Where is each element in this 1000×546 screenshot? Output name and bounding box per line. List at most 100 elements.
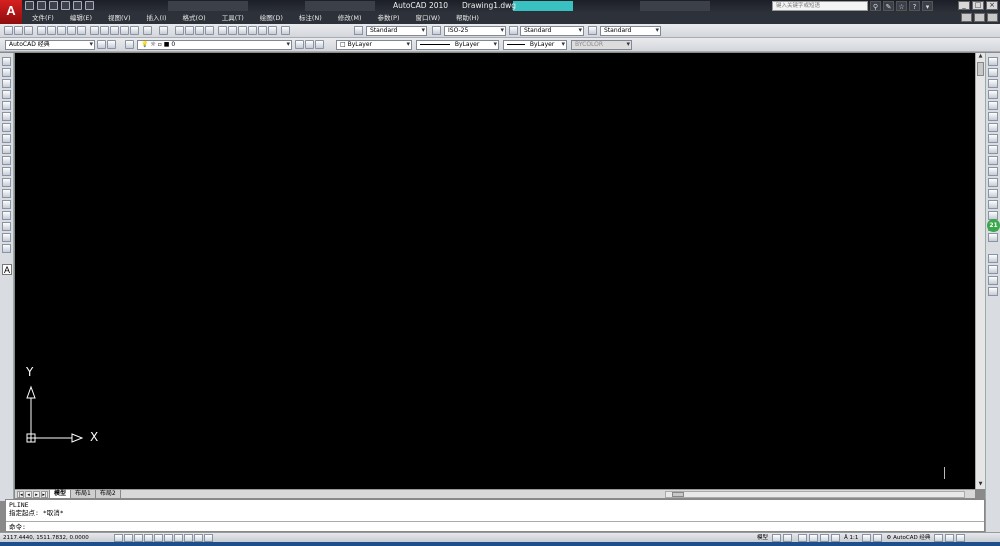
object-snap-tracking-icon[interactable] bbox=[164, 534, 173, 542]
make-block-icon[interactable] bbox=[2, 189, 11, 198]
object-snap-icon[interactable] bbox=[154, 534, 163, 542]
menu-item[interactable]: 帮助(H) bbox=[452, 13, 483, 23]
layer-previous-icon[interactable] bbox=[305, 40, 314, 49]
dynamic-ucs-icon[interactable] bbox=[174, 534, 183, 542]
redo-icon[interactable] bbox=[73, 1, 82, 10]
insert-block-icon[interactable] bbox=[2, 178, 11, 187]
doc-restore-icon[interactable] bbox=[974, 13, 985, 22]
open-icon[interactable] bbox=[37, 1, 46, 10]
vertical-scrollbar[interactable]: ▲ ▼ bbox=[975, 53, 985, 489]
table-icon[interactable] bbox=[2, 244, 11, 253]
quick-view-icon[interactable] bbox=[783, 534, 793, 542]
ellipse-arc-icon[interactable] bbox=[2, 167, 11, 176]
publish-icon[interactable] bbox=[57, 26, 66, 35]
3d-dwf-icon[interactable] bbox=[67, 26, 76, 35]
offset-icon[interactable] bbox=[988, 90, 998, 99]
make-current-icon[interactable] bbox=[295, 40, 304, 49]
menu-item[interactable]: 编辑(E) bbox=[66, 13, 96, 23]
help-icon[interactable] bbox=[281, 26, 290, 35]
zoom-window-icon[interactable] bbox=[195, 26, 204, 35]
scroll-up-icon[interactable]: ▲ bbox=[977, 53, 984, 60]
lineweight-display-icon[interactable] bbox=[194, 534, 203, 542]
text-to-front-icon[interactable] bbox=[988, 287, 998, 296]
polygon-icon[interactable] bbox=[2, 90, 11, 99]
h-scroll-thumb[interactable] bbox=[672, 492, 684, 497]
layout-tab[interactable]: 布局1 bbox=[70, 490, 96, 499]
new-icon[interactable] bbox=[25, 1, 34, 10]
zoom-realtime-icon[interactable] bbox=[185, 26, 194, 35]
autocad-logo-icon[interactable]: A bbox=[0, 0, 22, 24]
cut-icon[interactable] bbox=[90, 26, 99, 35]
menu-item[interactable]: 窗口(W) bbox=[411, 13, 444, 23]
auto-scale-icon[interactable] bbox=[873, 534, 883, 542]
region-icon[interactable] bbox=[2, 233, 11, 242]
drawing-area[interactable]: Y X bbox=[15, 53, 975, 489]
layout-view-icon[interactable] bbox=[772, 534, 782, 542]
menu-item[interactable]: 参数(P) bbox=[373, 13, 403, 23]
scale-icon[interactable] bbox=[988, 134, 998, 143]
horizontal-scrollbar[interactable] bbox=[665, 491, 965, 498]
plot-icon[interactable] bbox=[85, 1, 94, 10]
print-icon[interactable] bbox=[37, 26, 46, 35]
scroll-thumb[interactable] bbox=[977, 62, 984, 76]
send-to-back-icon[interactable] bbox=[988, 276, 998, 285]
workspace-select[interactable]: AutoCAD 经典 bbox=[5, 40, 95, 50]
zoom-previous-icon[interactable] bbox=[205, 26, 214, 35]
workspace-switch[interactable]: ⚙ AutoCAD 经典 bbox=[884, 534, 932, 542]
layer-select[interactable]: 💡 ☼ ▫ ■ 0 bbox=[137, 40, 292, 50]
pan-status-icon[interactable] bbox=[798, 534, 808, 542]
menu-item[interactable]: 视图(V) bbox=[104, 13, 135, 23]
layout-tab[interactable]: 布局2 bbox=[94, 490, 121, 499]
last-tab-icon[interactable]: ▸| bbox=[41, 491, 48, 498]
scroll-down-icon[interactable]: ▼ bbox=[977, 481, 984, 488]
prev-tab-icon[interactable]: ◂ bbox=[25, 491, 32, 498]
doc-minimize-icon[interactable] bbox=[961, 13, 972, 22]
notification-badge[interactable]: 21 bbox=[987, 219, 1000, 232]
explode-icon[interactable] bbox=[988, 233, 998, 242]
text-style-select[interactable]: Standard bbox=[366, 26, 427, 36]
binoculars-icon[interactable]: ⚲ bbox=[870, 1, 881, 11]
tool-palettes-icon[interactable] bbox=[238, 26, 247, 35]
lock-ui-icon[interactable] bbox=[934, 534, 944, 542]
open-icon[interactable] bbox=[14, 26, 23, 35]
workspace-lock-icon[interactable] bbox=[107, 40, 116, 49]
linetype-select[interactable]: ByLayer bbox=[416, 40, 499, 50]
design-center-icon[interactable] bbox=[228, 26, 237, 35]
extend-icon[interactable] bbox=[988, 167, 998, 176]
paste-icon[interactable] bbox=[110, 26, 119, 35]
bring-to-front-icon[interactable] bbox=[988, 265, 998, 274]
pan-icon[interactable] bbox=[175, 26, 184, 35]
mirror-icon[interactable] bbox=[988, 79, 998, 88]
steering-wheel-icon[interactable] bbox=[820, 534, 830, 542]
dynamic-input-icon[interactable] bbox=[184, 534, 193, 542]
menu-item[interactable]: 插入(I) bbox=[143, 13, 171, 23]
arc-icon[interactable] bbox=[2, 112, 11, 121]
preview-icon[interactable] bbox=[47, 26, 56, 35]
array-icon[interactable] bbox=[988, 101, 998, 110]
rectangle-icon[interactable] bbox=[2, 101, 11, 110]
calculator-icon[interactable] bbox=[268, 26, 277, 35]
stretch-icon[interactable] bbox=[988, 145, 998, 154]
zoom-status-icon[interactable] bbox=[809, 534, 819, 542]
redo-icon[interactable] bbox=[159, 26, 168, 35]
polar-tracking-icon[interactable] bbox=[144, 534, 153, 542]
trim-icon[interactable] bbox=[988, 156, 998, 165]
lineweight-select[interactable]: ByLayer bbox=[503, 40, 567, 50]
copy-icon[interactable] bbox=[100, 26, 109, 35]
snap-mode-icon[interactable] bbox=[114, 534, 123, 542]
polyline-icon[interactable] bbox=[2, 79, 11, 88]
doc-close-icon[interactable] bbox=[987, 13, 998, 22]
spline-icon[interactable] bbox=[2, 145, 11, 154]
menu-item[interactable]: 文件(F) bbox=[28, 13, 58, 23]
annotation-visibility-icon[interactable] bbox=[862, 534, 872, 542]
menu-item[interactable]: 修改(M) bbox=[334, 13, 366, 23]
menu-item[interactable]: 格式(O) bbox=[179, 13, 210, 23]
minimize-icon[interactable]: _ bbox=[958, 1, 970, 10]
maximize-icon[interactable]: □ bbox=[972, 1, 984, 10]
draw-order-icon[interactable] bbox=[988, 254, 998, 263]
model-space-toggle[interactable]: 模型 bbox=[755, 534, 770, 542]
undo-icon[interactable] bbox=[143, 26, 152, 35]
color-select[interactable]: □ ByLayer bbox=[336, 40, 412, 50]
help-search-input[interactable]: 键入关键字或短语 bbox=[772, 1, 868, 11]
save-icon[interactable] bbox=[49, 1, 58, 10]
